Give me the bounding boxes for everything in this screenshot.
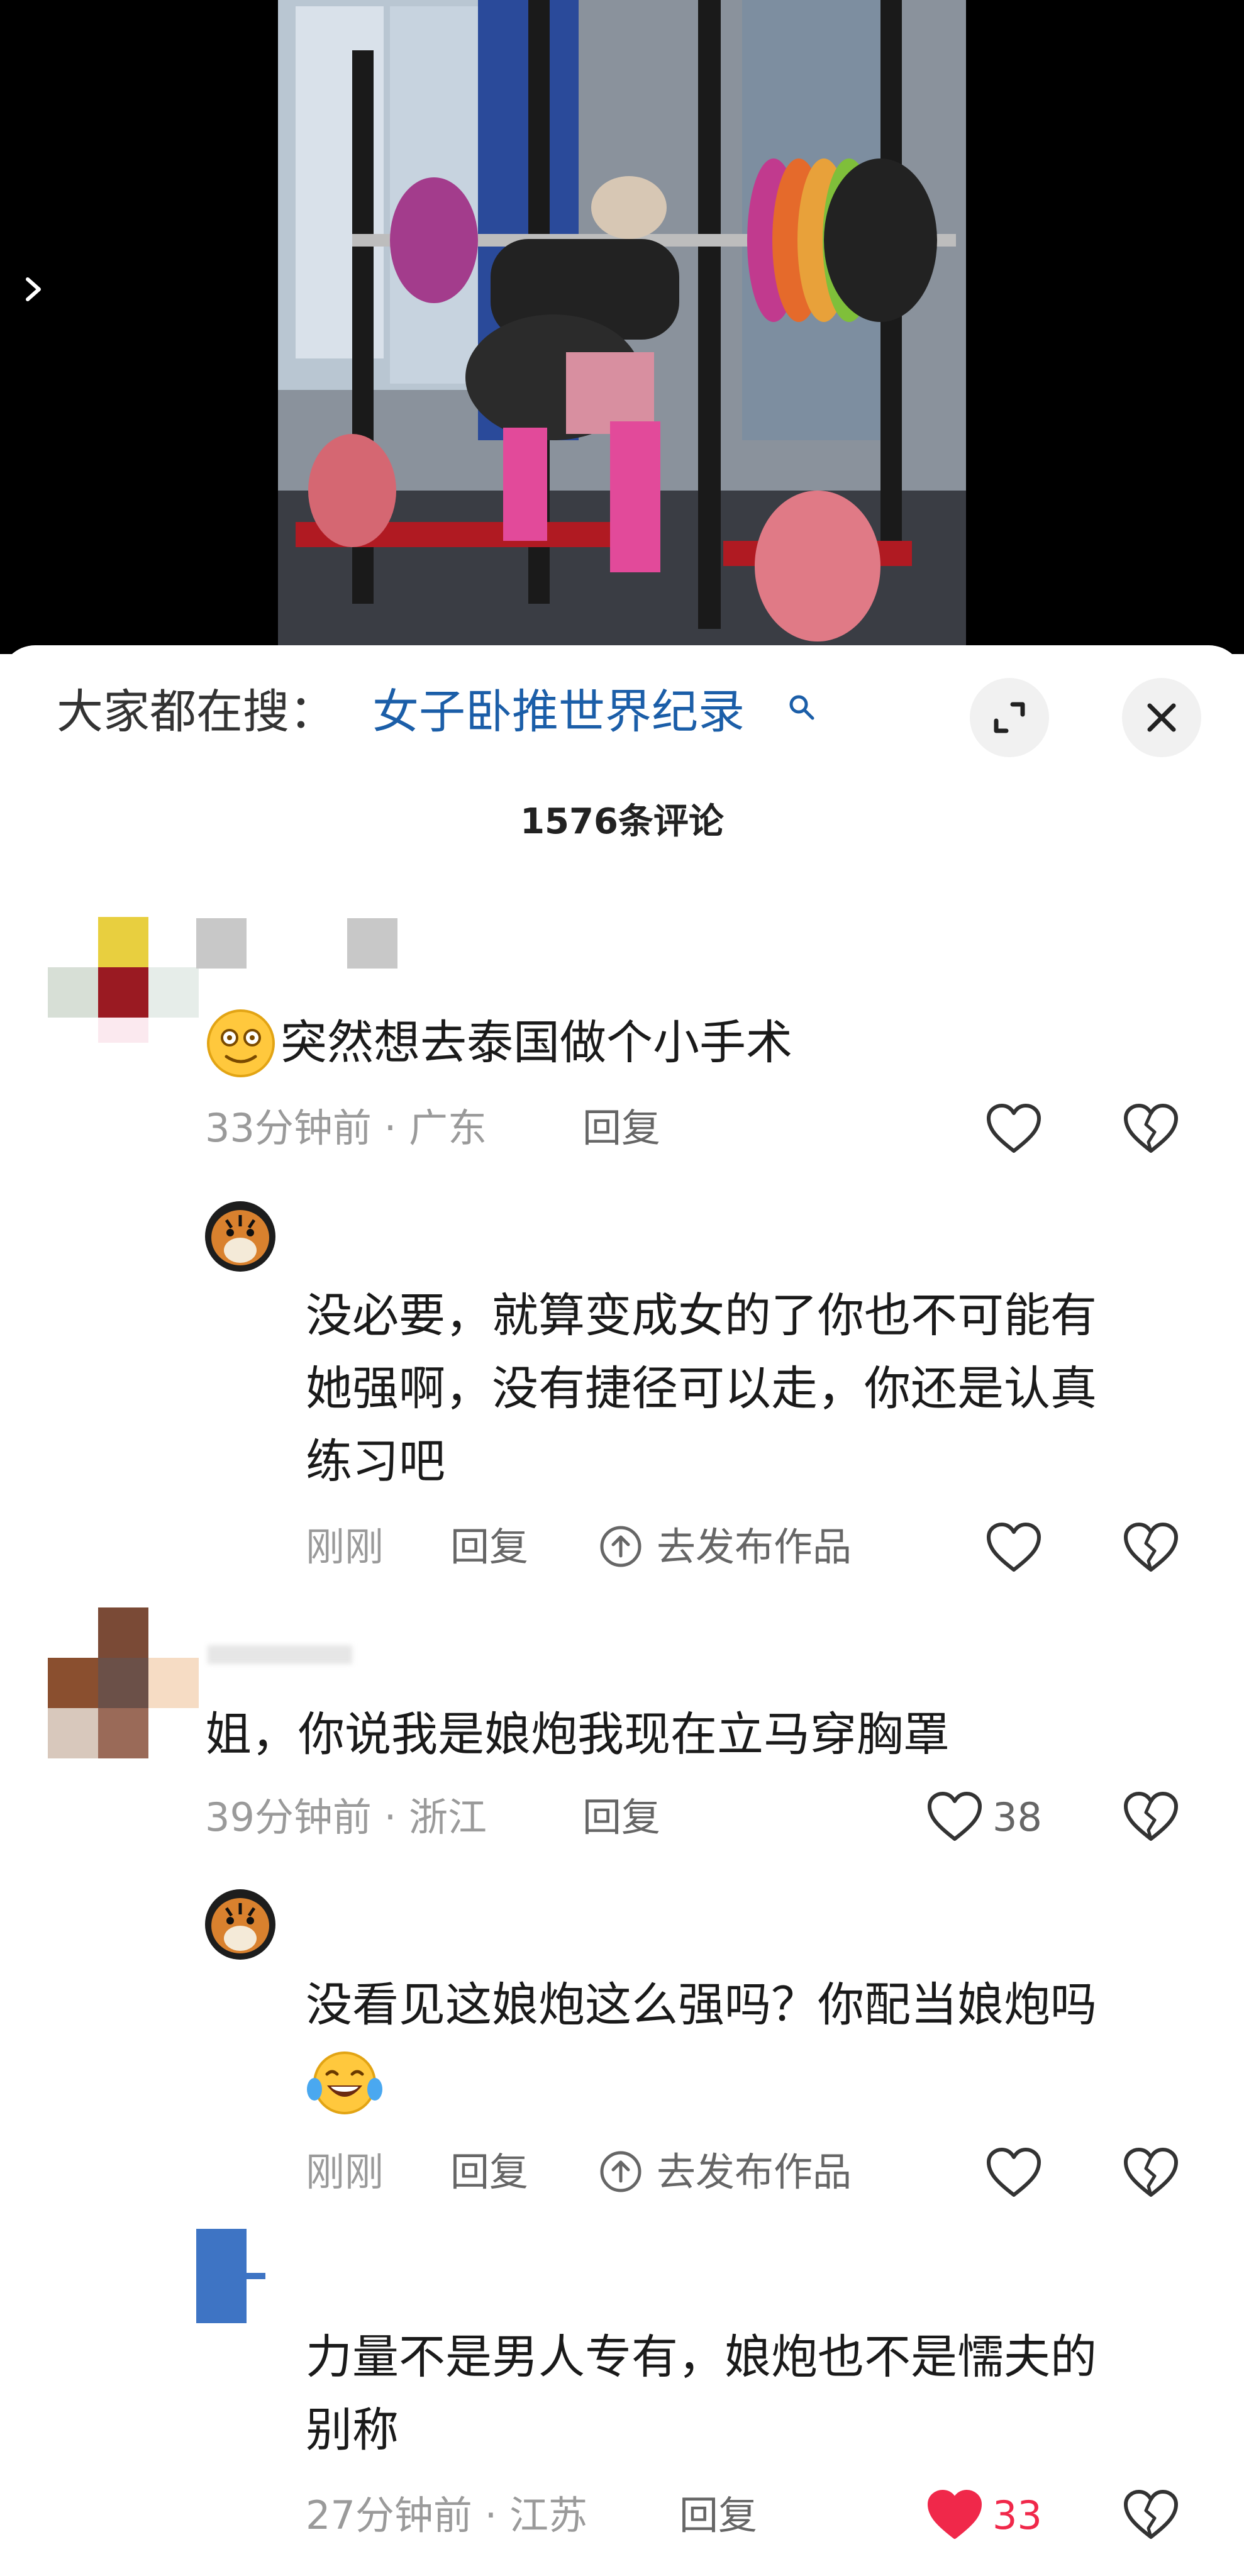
reply-button[interactable]: 回复	[450, 2147, 528, 2197]
username-redacted[interactable]	[208, 1645, 352, 1664]
next-chevron-icon[interactable]	[19, 264, 50, 314]
publish-work-link[interactable]: 去发布作品	[657, 1522, 852, 1572]
laughing-tears-emoji-icon	[307, 2051, 382, 2114]
liked-heart-icon[interactable]	[926, 2488, 984, 2541]
reply-text-line-1: 没看见这娘炮这么强吗？你配当娘炮吗	[306, 1978, 1097, 2032]
dislike-broken-heart-icon[interactable]	[1122, 1790, 1180, 1843]
expand-button[interactable]	[970, 678, 1049, 757]
publish-work-link[interactable]: 去发布作品	[657, 2147, 852, 2197]
reply-text-line-3: 练习吧	[306, 1435, 445, 1489]
dislike-broken-heart-icon[interactable]	[1122, 1102, 1180, 1155]
dizzy-face-emoji-icon	[207, 1009, 275, 1077]
search-prefix: 大家都在搜：	[57, 685, 336, 739]
reply-time: 刚刚	[306, 1524, 384, 1570]
like-heart-icon[interactable]	[926, 1790, 984, 1843]
like-heart-icon[interactable]	[985, 1102, 1043, 1155]
tiger-avatar-icon	[205, 1889, 275, 1960]
reply-button[interactable]: 回复	[679, 2490, 757, 2541]
close-icon	[1147, 703, 1176, 732]
reply-text-line-1: 没必要，就算变成女的了你也不可能有	[306, 1289, 1097, 1343]
video-frame	[278, 0, 966, 654]
avatar-pixelated[interactable]	[48, 917, 199, 1068]
tiger-avatar-icon	[205, 1201, 275, 1272]
reply-time: 刚刚	[306, 2149, 384, 2195]
publish-upload-icon[interactable]	[599, 1524, 643, 1568]
avatar-partial[interactable]	[196, 2229, 265, 2329]
reply-button[interactable]: 回复	[582, 1792, 660, 1843]
comment-meta: 27分钟前 · 江苏	[306, 2492, 588, 2538]
comment-count: 1576条评论	[520, 801, 724, 842]
publish-upload-icon[interactable]	[599, 2150, 643, 2194]
search-icon[interactable]	[786, 692, 818, 723]
video-player[interactable]	[0, 0, 1244, 654]
comment-meta: 39分钟前 · 浙江	[205, 1794, 487, 1840]
comment-text: 姐，你说我是娘炮我现在立马穿胸罩	[205, 1707, 950, 1762]
like-count: 33	[992, 2492, 1042, 2538]
dislike-broken-heart-icon[interactable]	[1122, 2488, 1180, 2541]
reply-text-line-2: 她强啊，没有捷径可以走，你还是认真	[306, 1362, 1097, 1416]
like-heart-icon[interactable]	[985, 1521, 1043, 1574]
dislike-broken-heart-icon[interactable]	[1122, 2146, 1180, 2199]
reply-button[interactable]: 回复	[450, 1522, 528, 1572]
comment-text-line-1: 力量不是男人专有，娘炮也不是懦夫的	[306, 2330, 1097, 2384]
search-suggestion-link[interactable]: 女子卧推世界纪录	[372, 680, 745, 743]
like-count: 38	[992, 1794, 1042, 1840]
close-button[interactable]	[1122, 678, 1201, 757]
reply-avatar-tiger[interactable]	[205, 1889, 275, 1960]
comment-meta: 33分钟前 · 广东	[205, 1105, 487, 1151]
comment-text: 突然想去泰国做个小手术	[280, 1016, 792, 1070]
comment-text-line-2: 别称	[306, 2403, 399, 2457]
username-redacted[interactable]	[196, 918, 397, 969]
reply-button[interactable]: 回复	[582, 1103, 660, 1153]
like-heart-icon[interactable]	[985, 2146, 1043, 2199]
avatar-pixelated[interactable]	[48, 1607, 199, 1758]
reply-avatar-tiger[interactable]	[205, 1201, 275, 1272]
expand-icon	[994, 702, 1025, 733]
dislike-broken-heart-icon[interactable]	[1122, 1521, 1180, 1574]
